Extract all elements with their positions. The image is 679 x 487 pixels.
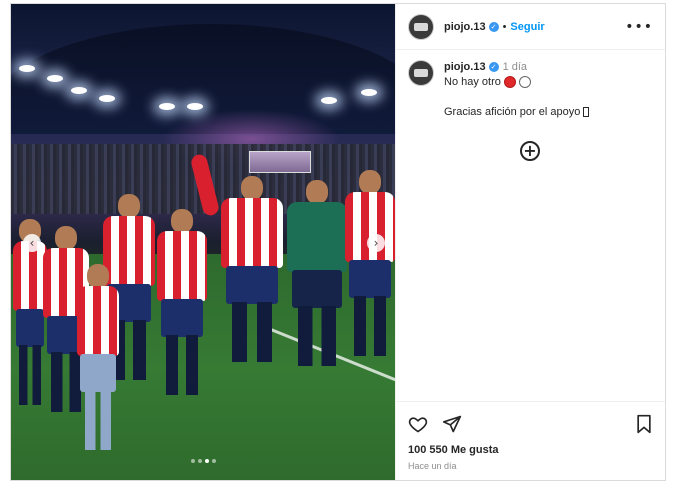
caption-line: No hay otro (444, 75, 589, 89)
team-celebration (11, 4, 395, 480)
post-username[interactable]: piojo.13 (444, 21, 486, 33)
caption-text: No hay otro (444, 76, 501, 88)
player-child (77, 264, 119, 450)
raised-arm (189, 152, 221, 218)
caption-avatar[interactable] (408, 60, 434, 86)
player (345, 170, 395, 400)
player-goalkeeper (287, 180, 347, 400)
post-timestamp[interactable]: Hace un día (408, 461, 653, 471)
caption: piojo.13 ✓ 1 día No hay otro Gracias afi… (396, 50, 665, 119)
send-icon[interactable] (442, 414, 462, 434)
verified-badge-icon: ✓ (488, 21, 499, 32)
player (157, 209, 207, 399)
carousel-dot-active (204, 459, 209, 463)
carousel-dot (211, 459, 216, 463)
carousel-next-button[interactable]: › (367, 234, 385, 252)
more-options-icon[interactable]: ••• (625, 19, 653, 35)
caption-line: Gracias afición por el apoyo (444, 105, 590, 119)
post-header: piojo.13 ✓ • Seguir ••• (396, 4, 665, 50)
caption-text: Gracias afición por el apoyo (444, 106, 581, 118)
carousel-dots (11, 450, 395, 468)
post-side-panel: piojo.13 ✓ • Seguir ••• piojo.13 ✓ 1 día… (395, 4, 665, 480)
bookmark-icon[interactable] (635, 414, 653, 434)
follow-button[interactable]: Seguir (510, 21, 544, 33)
heart-icon[interactable] (408, 414, 428, 434)
avatar[interactable] (408, 13, 434, 40)
carousel-dot (197, 459, 202, 463)
missing-glyph-icon (583, 107, 590, 117)
add-circle-icon[interactable]: + (520, 141, 540, 161)
likes-count[interactable]: 100 550 Me gusta (408, 444, 653, 456)
player (221, 176, 283, 396)
white-circle-emoji-icon (518, 76, 531, 88)
verified-badge-icon: ✓ (488, 62, 499, 72)
instagram-post: ‹ › piojo.13 ✓ • Seguir ••• piojo.13 ✓ 1… (10, 3, 666, 481)
post-actions: 100 550 Me gusta Hace un día (396, 401, 665, 471)
carousel-dot (190, 459, 195, 463)
red-circle-emoji-icon (503, 76, 516, 88)
separator: • (502, 20, 507, 33)
post-photo[interactable]: ‹ › (11, 4, 395, 480)
carousel-prev-button[interactable]: ‹ (23, 234, 41, 252)
caption-time: 1 día (502, 61, 528, 73)
caption-username[interactable]: piojo.13 (444, 60, 486, 74)
